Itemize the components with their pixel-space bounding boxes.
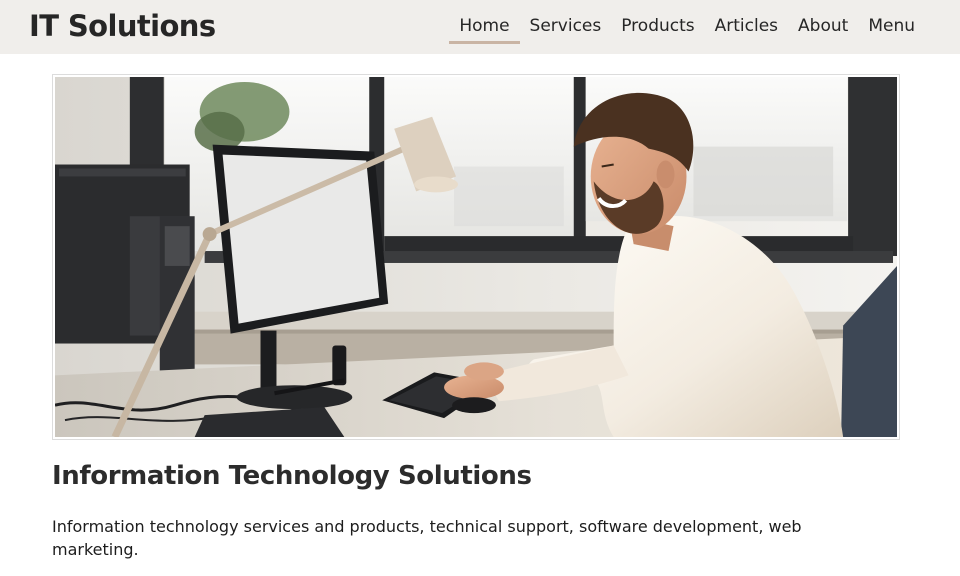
hero-image-frame <box>52 74 900 440</box>
site-header: IT Solutions Home Services Products Arti… <box>0 0 960 54</box>
nav-articles[interactable]: Articles <box>715 0 778 38</box>
hero-image <box>55 77 897 437</box>
intro-text: Information technology services and prod… <box>52 517 802 559</box>
page-title: Information Technology Solutions <box>52 461 532 491</box>
nav-home[interactable]: Home <box>449 0 520 44</box>
site-logo[interactable]: IT Solutions <box>29 9 216 43</box>
nav-products[interactable]: Products <box>621 0 694 38</box>
nav-services[interactable]: Services <box>530 0 602 38</box>
main-nav: Home Services Products Articles About Me… <box>449 0 915 54</box>
nav-about[interactable]: About <box>798 0 848 38</box>
nav-menu[interactable]: Menu <box>868 0 915 38</box>
